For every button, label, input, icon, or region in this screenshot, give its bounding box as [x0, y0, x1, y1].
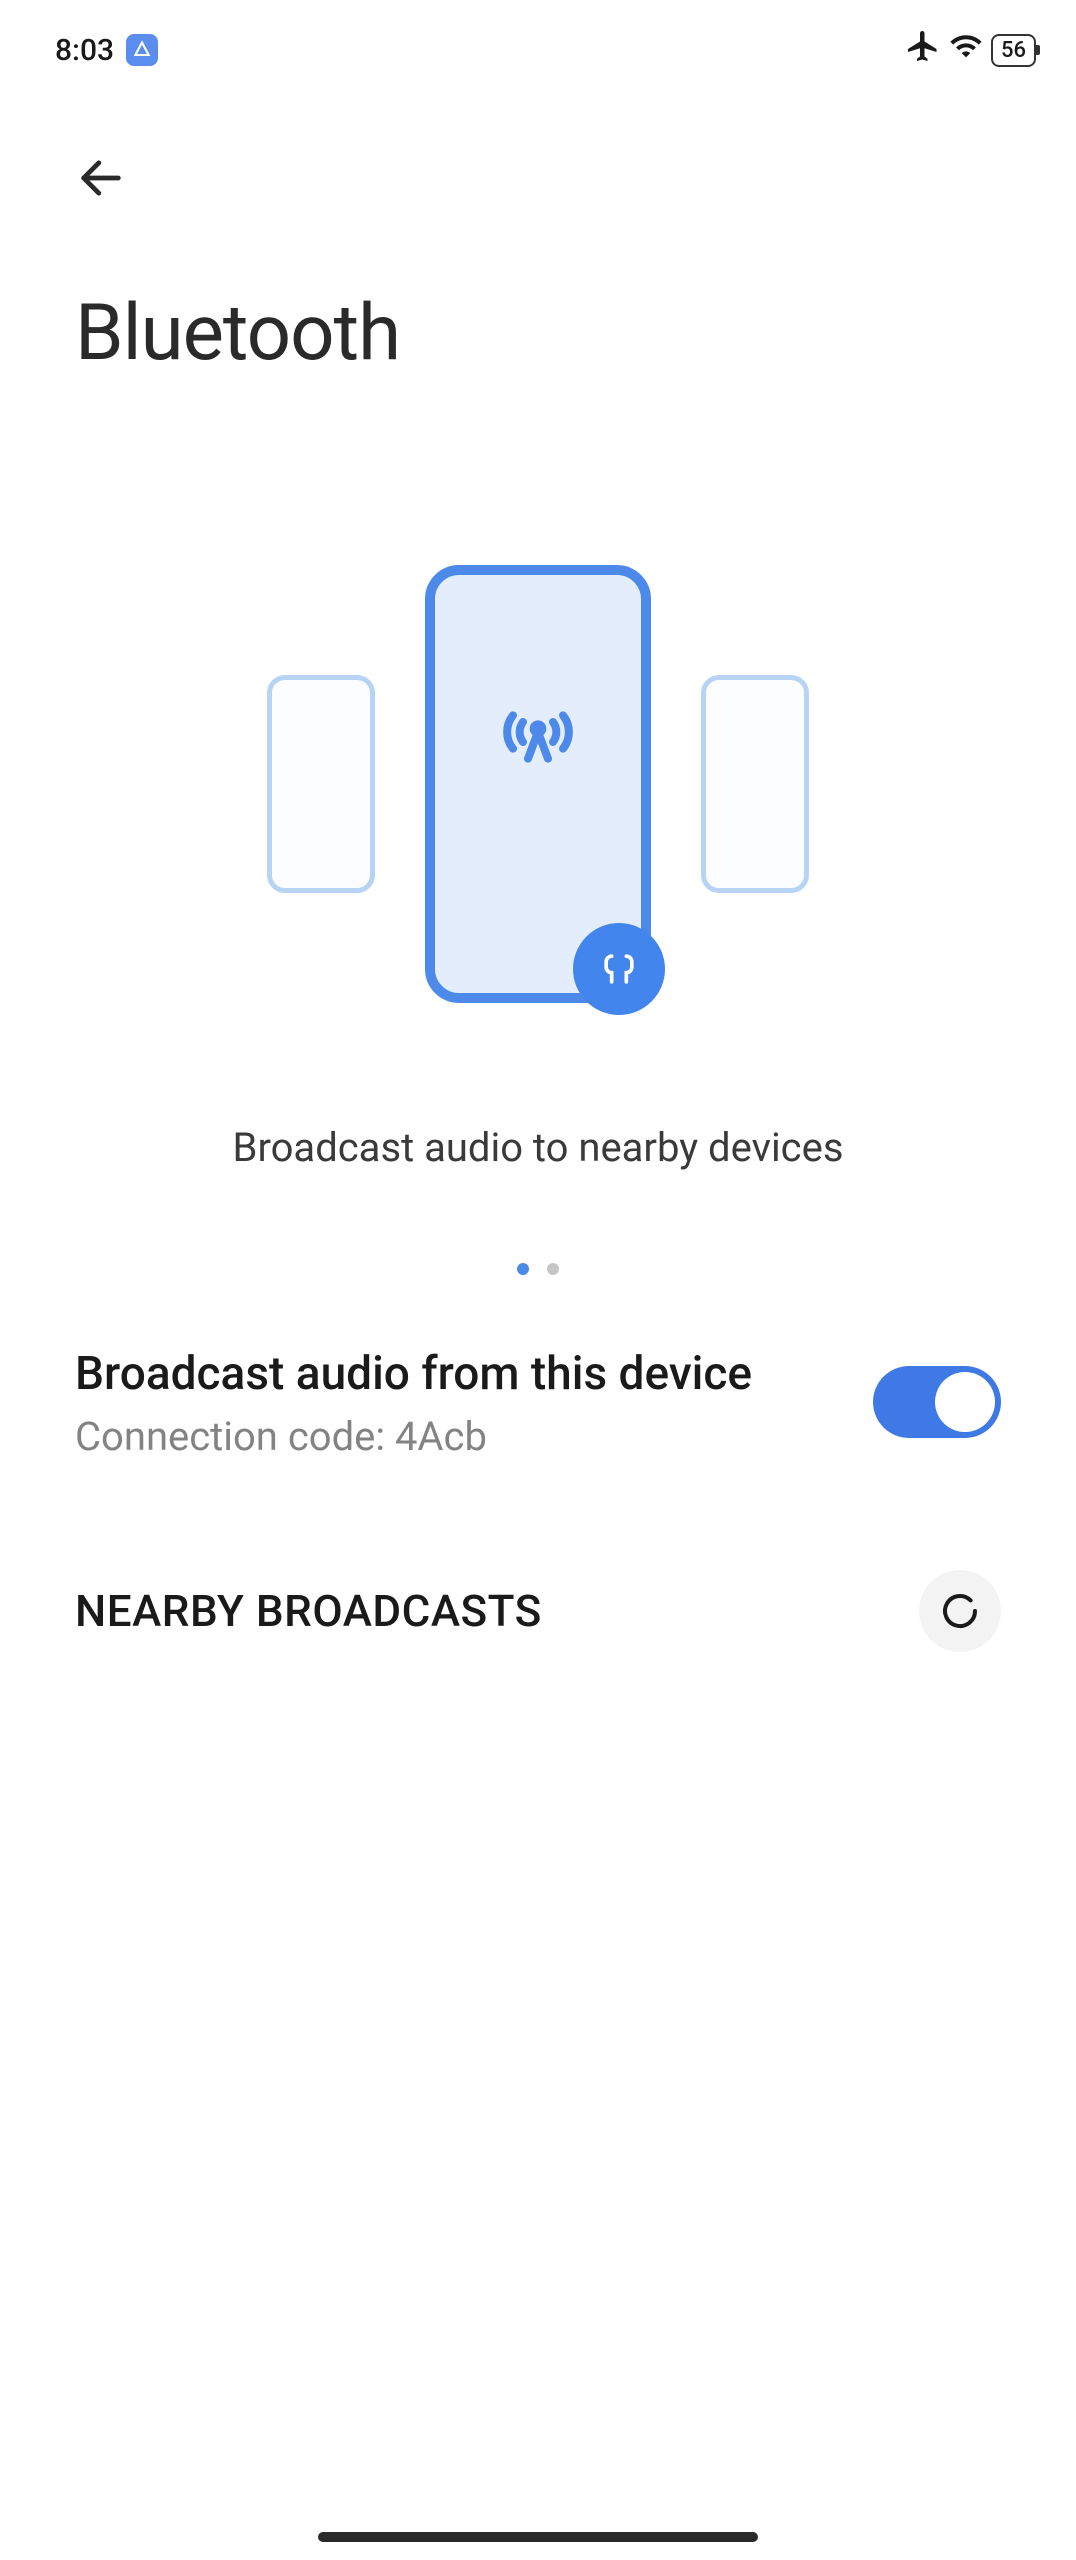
battery-level: 56 [1001, 38, 1026, 63]
phone-center-icon [425, 565, 651, 1003]
antenna-icon [498, 692, 578, 776]
status-bar: 8:03 56 [0, 0, 1076, 92]
toggle-knob [935, 1372, 995, 1432]
nearby-broadcasts-header-row: NEARBY BROADCASTS [0, 1460, 1076, 1652]
broadcast-toggle-title: Broadcast audio from this device [75, 1345, 833, 1405]
illustration-caption: Broadcast audio to nearby devices [0, 1124, 1076, 1171]
phone-right-icon [701, 675, 809, 893]
carousel-indicator[interactable] [0, 1263, 1076, 1275]
nearby-broadcasts-header: NEARBY BROADCASTS [75, 1585, 542, 1637]
battery-indicator: 56 [991, 34, 1036, 67]
dot-inactive [547, 1263, 559, 1275]
status-left: 8:03 [55, 33, 158, 68]
broadcast-toggle-text: Broadcast audio from this device Connect… [75, 1345, 873, 1460]
phone-left-icon [267, 675, 375, 893]
wifi-icon [949, 29, 983, 71]
status-right: 56 [905, 28, 1036, 72]
page-title: Bluetooth [0, 208, 1076, 379]
airplane-mode-icon [905, 28, 941, 72]
broadcast-toggle-row[interactable]: Broadcast audio from this device Connect… [0, 1275, 1076, 1460]
home-indicator[interactable] [318, 2532, 758, 2542]
broadcast-toggle-subtitle: Connection code: 4Acb [75, 1413, 833, 1460]
back-button[interactable] [0, 92, 1076, 208]
broadcast-illustration [0, 544, 1076, 1024]
dot-active [517, 1263, 529, 1275]
earbuds-badge-icon [573, 923, 665, 1015]
broadcast-toggle-switch[interactable] [873, 1366, 1001, 1438]
app-indicator-icon [126, 34, 158, 66]
status-time: 8:03 [55, 33, 114, 68]
refresh-button[interactable] [919, 1570, 1001, 1652]
